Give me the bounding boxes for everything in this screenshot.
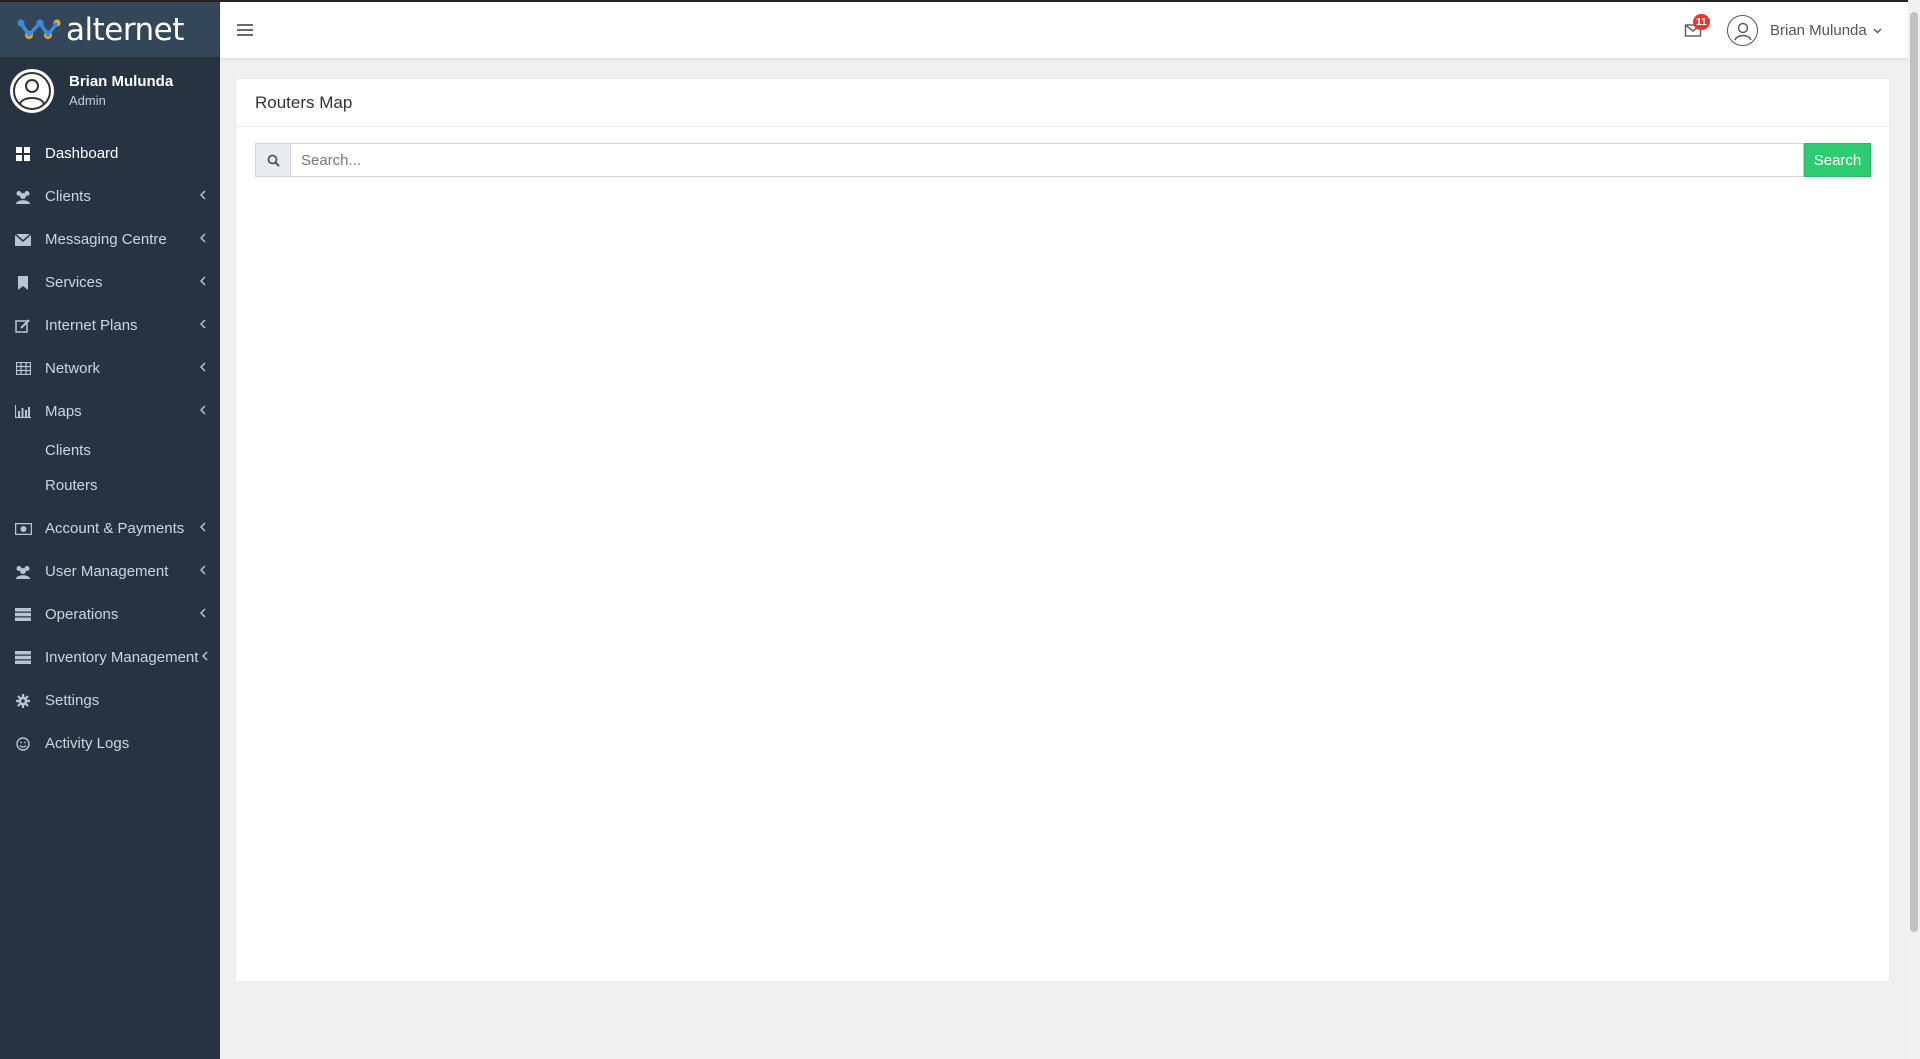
routers-map[interactable] <box>255 191 1871 961</box>
sidebar-item-operations[interactable]: Operations <box>0 593 220 636</box>
sidebar-item-maps[interactable]: Maps <box>0 390 220 433</box>
bar-chart-icon <box>14 404 32 420</box>
chevron-left-icon <box>200 276 206 286</box>
top-user-name: Brian Mulunda <box>1770 22 1867 39</box>
sidebar-item-label: Maps <box>45 403 82 420</box>
sidebar-item-label: Services <box>45 274 103 291</box>
sidebar-item-label: Inventory Management <box>45 649 199 666</box>
page-title: Routers Map <box>255 92 353 112</box>
chevron-left-icon <box>200 233 206 243</box>
server-icon <box>14 650 32 666</box>
bookmark-icon <box>14 275 32 291</box>
server-icon <box>14 607 32 623</box>
smile-icon <box>14 736 32 752</box>
brand-logo <box>16 15 62 45</box>
routers-map-card: Routers Map Search <box>235 78 1890 982</box>
chevron-left-icon <box>200 405 206 415</box>
gear-icon <box>14 693 32 709</box>
user-name: Brian Mulunda <box>69 72 174 90</box>
chevron-left-icon <box>200 362 206 372</box>
chevron-left-icon <box>200 522 206 532</box>
sidebar-item-settings[interactable]: Settings <box>0 679 220 722</box>
sidebar-item-label: Operations <box>45 606 119 623</box>
user-dropdown[interactable]: Brian Mulunda <box>1727 15 1882 46</box>
sidebar-item-label: Account & Payments <box>45 520 185 537</box>
hamburger-menu-icon[interactable] <box>236 22 254 38</box>
sidebar-item-label: Dashboard <box>45 145 119 162</box>
user-panel: Brian Mulunda Admin <box>0 57 220 125</box>
maps-submenu: Clients Routers <box>0 433 220 507</box>
avatar <box>10 69 54 113</box>
alternet-logo-icon <box>17 19 61 39</box>
sidebar-item-internet-plans[interactable]: Internet Plans <box>0 304 220 347</box>
sidebar-item-label: Network <box>45 360 101 377</box>
users-icon <box>14 564 32 580</box>
user-role: Admin <box>69 92 106 108</box>
sidebar-item-activity-logs[interactable]: Activity Logs <box>0 722 220 765</box>
chevron-left-icon <box>200 190 206 200</box>
submenu-item-clients[interactable]: Clients <box>0 433 220 468</box>
sidebar-item-label: Settings <box>45 692 100 709</box>
dashboard-icon <box>14 146 32 162</box>
sidebar-item-network[interactable]: Network <box>0 347 220 390</box>
sidebar-item-label: Activity Logs <box>45 735 130 752</box>
card-header: Routers Map <box>236 79 1889 127</box>
search-button[interactable]: Search <box>1804 143 1871 177</box>
sidebar-item-account-payments[interactable]: Account & Payments <box>0 507 220 550</box>
sidebar-item-messaging-centre[interactable]: Messaging Centre <box>0 218 220 261</box>
chevron-left-icon <box>200 319 206 329</box>
sidebar: alternet Brian Mulunda Admin Dashboard C <box>0 0 220 1059</box>
chevron-left-icon <box>202 651 208 661</box>
sidebar-item-services[interactable]: Services <box>0 261 220 304</box>
scrollbar-thumb[interactable] <box>1910 12 1918 932</box>
envelope-icon <box>14 232 32 248</box>
sidebar-item-label: Clients <box>45 188 91 205</box>
user-avatar-icon <box>1727 15 1758 46</box>
search-bar: Search <box>255 143 1871 177</box>
edit-icon <box>14 318 32 334</box>
sidebar-item-dashboard[interactable]: Dashboard <box>0 132 220 175</box>
search-icon <box>255 143 290 177</box>
table-icon <box>14 361 32 377</box>
sidebar-item-label: User Management <box>45 563 169 580</box>
sidebar-menu: Dashboard Clients Messaging Centre Servi… <box>0 132 220 765</box>
users-icon <box>14 189 32 205</box>
money-icon <box>14 521 32 537</box>
user-circle-icon <box>13 72 51 110</box>
notification-badge: 11 <box>1693 14 1710 30</box>
chevron-down-icon <box>1873 28 1882 33</box>
brand-name: alternet <box>66 11 184 48</box>
chevron-left-icon <box>200 565 206 575</box>
sidebar-item-label: Messaging Centre <box>45 231 167 248</box>
chevron-left-icon <box>200 608 206 618</box>
sidebar-item-user-management[interactable]: User Management <box>0 550 220 593</box>
submenu-item-routers[interactable]: Routers <box>0 468 220 503</box>
sidebar-item-clients[interactable]: Clients <box>0 175 220 218</box>
brand[interactable]: alternet <box>0 0 220 57</box>
top-navbar: 11 Brian Mulunda <box>220 0 1908 59</box>
sidebar-item-label: Internet Plans <box>45 317 138 334</box>
search-input[interactable] <box>290 143 1804 177</box>
sidebar-item-inventory-management[interactable]: Inventory Management <box>0 636 220 679</box>
